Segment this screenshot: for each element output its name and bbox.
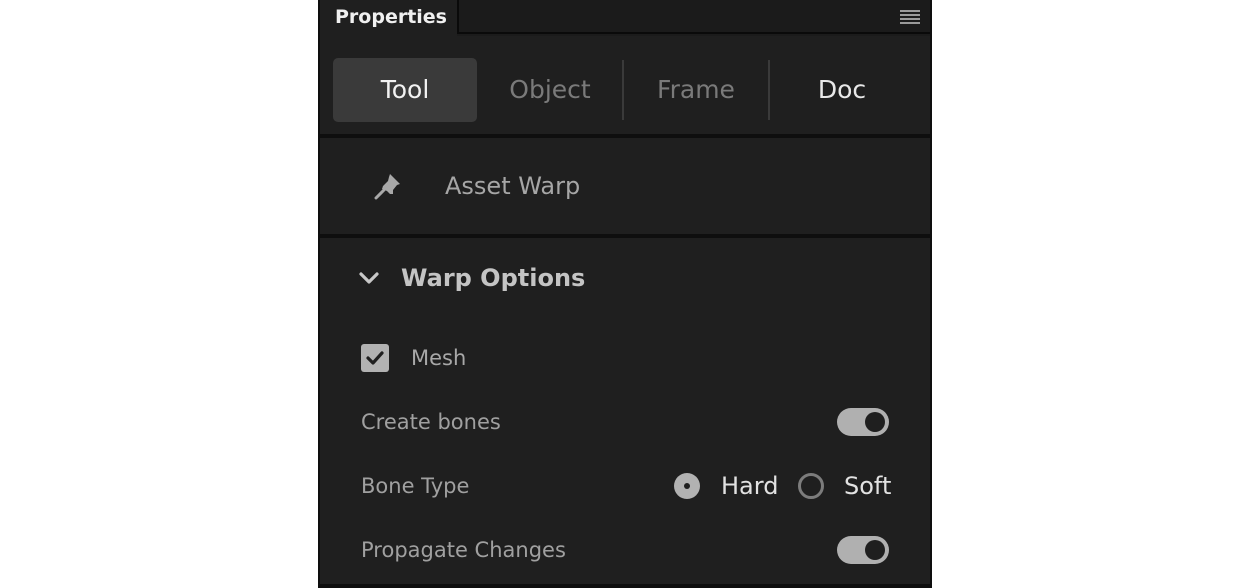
tab-doc[interactable]: Doc <box>770 58 914 122</box>
propagate-changes-toggle[interactable] <box>837 536 889 564</box>
panel-tab-properties[interactable]: Properties <box>320 0 457 36</box>
create-bones-label: Create bones <box>361 410 501 434</box>
current-tool-section: Asset Warp <box>320 138 930 234</box>
radio-dot <box>684 483 690 489</box>
bone-type-label: Bone Type <box>361 474 470 498</box>
checkmark-icon <box>366 351 384 365</box>
tab-frame[interactable]: Frame <box>624 58 768 122</box>
mesh-label: Mesh <box>411 346 467 370</box>
chevron-down-icon[interactable] <box>358 268 380 288</box>
bone-type-soft-label[interactable]: Soft <box>844 470 891 502</box>
panel-header: Properties <box>320 0 930 36</box>
bone-type-hard-label[interactable]: Hard <box>721 470 778 502</box>
properties-panel: Properties Tool Object Frame Doc Asset W… <box>318 0 932 588</box>
bone-type-hard-radio[interactable] <box>674 473 700 499</box>
mesh-checkbox[interactable] <box>361 344 389 372</box>
create-bones-toggle[interactable] <box>837 408 889 436</box>
toggle-knob <box>865 412 885 432</box>
properties-tab-bar: Tool Object Frame Doc <box>320 36 930 134</box>
tab-tool[interactable]: Tool <box>333 58 477 122</box>
tab-object[interactable]: Object <box>478 58 622 122</box>
pin-icon <box>373 171 405 201</box>
warp-options-section: Warp Options Mesh Create bones Bone Type… <box>320 238 930 584</box>
section-title: Warp Options <box>401 264 586 292</box>
bone-type-soft-radio[interactable] <box>798 473 824 499</box>
hamburger-menu-icon[interactable] <box>900 10 920 24</box>
propagate-changes-label: Propagate Changes <box>361 538 566 562</box>
toggle-knob <box>865 540 885 560</box>
tool-name: Asset Warp <box>445 172 581 200</box>
panel-header-strip <box>457 0 930 34</box>
